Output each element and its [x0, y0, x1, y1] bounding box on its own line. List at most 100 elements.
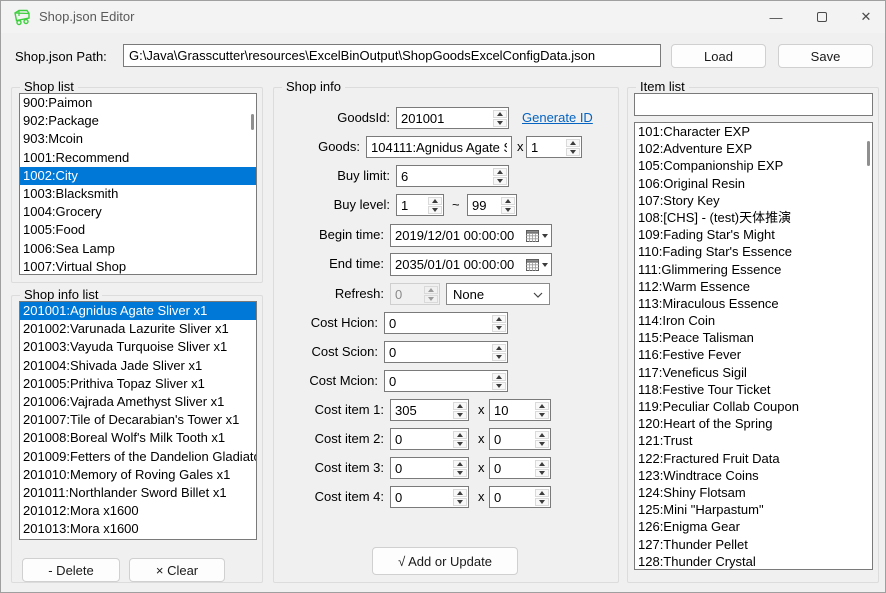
spin-down-button[interactable] — [535, 469, 549, 477]
list-item[interactable]: 128:Thunder Crystal — [635, 553, 872, 570]
list-item[interactable]: 201011:Northlander Sword Billet x1 — [20, 484, 256, 502]
list-item[interactable]: 121:Trust — [635, 432, 872, 449]
list-item[interactable]: 1007:Virtual Shop — [20, 258, 256, 275]
list-item[interactable]: 118:Festive Tour Ticket — [635, 381, 872, 398]
spin-down-button[interactable] — [492, 324, 506, 332]
shop-list-scrollbar[interactable] — [251, 114, 254, 130]
list-item[interactable]: 900:Paimon — [20, 94, 256, 112]
spin-up-button[interactable] — [453, 460, 467, 468]
spin-down-button[interactable] — [535, 498, 549, 506]
list-item[interactable]: 111:Glimmering Essence — [635, 261, 872, 278]
spin-down-button[interactable] — [535, 411, 549, 419]
spin-down-button[interactable] — [492, 353, 506, 361]
spin-down-button[interactable] — [428, 206, 442, 214]
list-item[interactable]: 1006:Sea Lamp — [20, 240, 256, 258]
list-item[interactable]: 102:Adventure EXP — [635, 140, 872, 157]
item-search-input[interactable] — [634, 93, 873, 116]
spin-down-button[interactable] — [453, 411, 467, 419]
list-item[interactable]: 1002:City — [20, 167, 256, 185]
list-item[interactable]: 1003:Blacksmith — [20, 185, 256, 203]
spin-up-button[interactable] — [535, 431, 549, 439]
spin-down-button[interactable] — [566, 148, 580, 156]
list-item[interactable]: 122:Fractured Fruit Data — [635, 450, 872, 467]
list-item[interactable]: 201004:Shivada Jade Sliver x1 — [20, 357, 256, 375]
list-item[interactable]: 120:Heart of the Spring — [635, 415, 872, 432]
spin-down-button[interactable] — [493, 119, 507, 127]
list-item[interactable]: 201005:Prithiva Topaz Sliver x1 — [20, 375, 256, 393]
list-item[interactable]: 1004:Grocery — [20, 203, 256, 221]
list-item[interactable]: 201002:Varunada Lazurite Sliver x1 — [20, 320, 256, 338]
spin-up-button[interactable] — [501, 197, 515, 205]
goods-input[interactable] — [367, 137, 511, 157]
shop-listbox[interactable]: 900:Paimon902:Package903:Mcoin1001:Recom… — [19, 93, 257, 275]
spin-down-button[interactable] — [453, 440, 467, 448]
list-item[interactable]: 125:Mini "Harpastum" — [635, 501, 872, 518]
list-item[interactable]: 105:Companionship EXP — [635, 157, 872, 174]
list-item[interactable]: 1001:Recommend — [20, 149, 256, 167]
path-input[interactable] — [123, 44, 661, 67]
spin-up-button[interactable] — [535, 402, 549, 410]
spin-down-button[interactable] — [453, 498, 467, 506]
item-listbox[interactable]: 101:Character EXP102:Adventure EXP105:Co… — [634, 122, 873, 570]
shop-info-listbox[interactable]: 201001:Agnidus Agate Sliver x1201002:Var… — [19, 301, 257, 540]
spin-up-button[interactable] — [453, 489, 467, 497]
spin-up-button[interactable] — [493, 168, 507, 176]
list-item[interactable]: 115:Peace Talisman — [635, 329, 872, 346]
dropdown-arrow-icon[interactable] — [542, 263, 548, 267]
list-item[interactable]: 201012:Mora x1600 — [20, 502, 256, 520]
list-item[interactable]: 201010:Memory of Roving Gales x1 — [20, 466, 256, 484]
spin-up-button[interactable] — [492, 373, 506, 381]
spin-up-button[interactable] — [453, 402, 467, 410]
calendar-icon[interactable] — [526, 230, 539, 242]
list-item[interactable]: 110:Fading Star's Essence — [635, 243, 872, 260]
list-item[interactable]: 201013:Mora x1600 — [20, 520, 256, 538]
list-item[interactable]: 902:Package — [20, 112, 256, 130]
cost-scion-input[interactable] — [385, 342, 507, 362]
spin-up-button[interactable] — [566, 139, 580, 147]
list-item[interactable]: 1005:Food — [20, 221, 256, 239]
list-item[interactable]: 107:Story Key — [635, 192, 872, 209]
list-item[interactable]: 201006:Vajrada Amethyst Sliver x1 — [20, 393, 256, 411]
spin-up-button[interactable] — [453, 431, 467, 439]
cost-hcion-input[interactable] — [385, 313, 507, 333]
spin-down-button[interactable] — [501, 206, 515, 214]
list-item[interactable]: 201007:Tile of Decarabian's Tower x1 — [20, 411, 256, 429]
add-or-update-button[interactable]: √ Add or Update — [372, 547, 518, 575]
save-button[interactable]: Save — [778, 44, 873, 68]
list-item[interactable]: 119:Peculiar Collab Coupon — [635, 398, 872, 415]
dropdown-arrow-icon[interactable] — [542, 234, 548, 238]
list-item[interactable]: 127:Thunder Pellet — [635, 536, 872, 553]
refresh-mode-combobox[interactable]: None — [446, 283, 550, 305]
spin-up-button[interactable] — [428, 197, 442, 205]
cost-mcion-input[interactable] — [385, 371, 507, 391]
spin-down-button[interactable] — [493, 177, 507, 185]
generate-id-link[interactable]: Generate ID — [522, 107, 593, 129]
list-item[interactable]: 114:Iron Coin — [635, 312, 872, 329]
spin-up-button[interactable] — [492, 315, 506, 323]
spin-down-button[interactable] — [453, 469, 467, 477]
list-item[interactable]: 108:[CHS] - (test)天体推演 — [635, 209, 872, 226]
list-item[interactable]: 113:Miraculous Essence — [635, 295, 872, 312]
clear-button[interactable]: × Clear — [129, 558, 225, 582]
list-item[interactable]: 109:Fading Star's Might — [635, 226, 872, 243]
list-item[interactable]: 201008:Boreal Wolf's Milk Tooth x1 — [20, 429, 256, 447]
spin-up-button[interactable] — [535, 489, 549, 497]
calendar-icon[interactable] — [526, 259, 539, 271]
list-item[interactable]: 201001:Agnidus Agate Sliver x1 — [20, 302, 256, 320]
list-item[interactable]: 201003:Vayuda Turquoise Sliver x1 — [20, 338, 256, 356]
spin-up-button[interactable] — [492, 344, 506, 352]
load-button[interactable]: Load — [671, 44, 766, 68]
spin-down-button[interactable] — [492, 382, 506, 390]
minimize-button[interactable]: — — [753, 1, 799, 33]
maximize-button[interactable] — [799, 1, 845, 33]
list-item[interactable]: 112:Warm Essence — [635, 278, 872, 295]
list-item[interactable]: 117:Veneficus Sigil — [635, 364, 872, 381]
list-item[interactable]: 101:Character EXP — [635, 123, 872, 140]
item-list-scrollbar[interactable] — [867, 141, 870, 166]
list-item[interactable]: 201009:Fetters of the Dandelion Gladiato — [20, 448, 256, 466]
spin-down-button[interactable] — [535, 440, 549, 448]
list-item[interactable]: 116:Festive Fever — [635, 346, 872, 363]
list-item[interactable]: 124:Shiny Flotsam — [635, 484, 872, 501]
spin-up-button[interactable] — [535, 460, 549, 468]
close-button[interactable]: ✕ — [845, 1, 886, 33]
